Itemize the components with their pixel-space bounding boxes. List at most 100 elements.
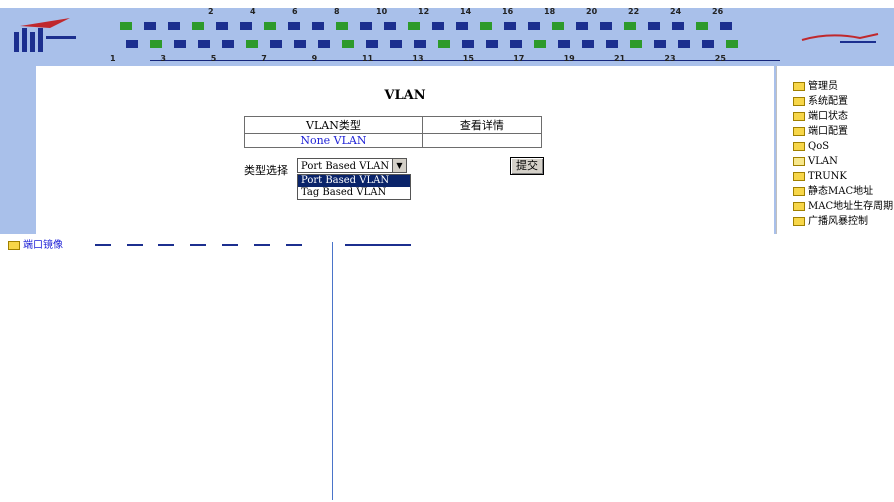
port-icon[interactable]	[198, 40, 210, 48]
port-icon[interactable]	[510, 40, 522, 48]
port-number-label: 11	[362, 54, 374, 63]
port-icon[interactable]	[576, 22, 588, 30]
port-icon[interactable]	[462, 40, 474, 48]
port-icon[interactable]	[270, 40, 282, 48]
port-icon[interactable]	[534, 40, 546, 48]
port-icon[interactable]	[624, 22, 636, 30]
option-tag-based[interactable]: Tag Based VLAN	[298, 187, 410, 199]
port-icon[interactable]	[630, 40, 642, 48]
port-icon[interactable]	[654, 40, 666, 48]
port-icon[interactable]	[246, 40, 258, 48]
port-icon[interactable]	[216, 22, 228, 30]
port-number-label: 24	[670, 7, 682, 16]
port-icon[interactable]	[366, 40, 378, 48]
port-icon[interactable]	[720, 22, 732, 30]
port-icon[interactable]	[726, 40, 738, 48]
menu-item-qos[interactable]: QoS	[793, 140, 829, 154]
vlan-type-dropdown[interactable]: Port Based VLAN Tag Based VLAN	[297, 174, 411, 200]
menu-item-port-mirror[interactable]: 端口镜像	[8, 236, 63, 251]
port-number-label: 23	[664, 54, 676, 63]
menu-item-label: 端口状态	[808, 111, 848, 122]
brand-swoosh-icon	[801, 33, 879, 43]
menu-item-label: 端口镜像	[23, 240, 63, 251]
lower-frame: 端口镜像	[0, 234, 894, 502]
port-icon[interactable]	[408, 22, 420, 30]
menu-item-system-config[interactable]: 系统配置	[793, 95, 848, 109]
port-icon[interactable]	[384, 22, 396, 30]
menu-item-trunk[interactable]: TRUNK	[793, 170, 847, 184]
menu-item-static-mac[interactable]: 静态MAC地址	[793, 185, 873, 199]
port-icon[interactable]	[174, 40, 186, 48]
vlan-type-link[interactable]: None VLAN	[244, 133, 423, 148]
port-icon[interactable]	[456, 22, 468, 30]
menu-item-broadcast-storm[interactable]: 广播风暴控制	[793, 215, 868, 229]
port-icon[interactable]	[168, 22, 180, 30]
menu-item-label: TRUNK	[808, 171, 847, 182]
artifact-dash	[127, 244, 143, 246]
folder-icon	[793, 187, 805, 196]
vlan-type-select[interactable]: Port Based VLAN ▼	[297, 158, 407, 173]
menu-item-port-config[interactable]: 端口配置	[793, 125, 848, 139]
port-icon[interactable]	[240, 22, 252, 30]
port-icon[interactable]	[672, 22, 684, 30]
header-view-details: 查看详情	[421, 116, 543, 134]
port-icon[interactable]	[648, 22, 660, 30]
page-title: VLAN	[384, 88, 426, 103]
menu-item-admin[interactable]: 管理员	[793, 80, 838, 94]
port-icon[interactable]	[678, 40, 690, 48]
port-icon[interactable]	[120, 22, 132, 30]
vlan-panel: VLAN VLAN类型 查看详情 None VLAN 类型选择 Port Bas…	[36, 66, 774, 234]
port-icon[interactable]	[552, 22, 564, 30]
port-icon[interactable]	[600, 22, 612, 30]
port-icon[interactable]	[390, 40, 402, 48]
vlan-table: VLAN类型 查看详情 None VLAN	[244, 116, 543, 148]
port-icon[interactable]	[558, 40, 570, 48]
port-icon[interactable]	[414, 40, 426, 48]
menu-item-label: VLAN	[808, 156, 838, 167]
submit-button[interactable]: 提交	[510, 157, 544, 175]
port-number-label: 25	[714, 54, 726, 63]
type-select-label: 类型选择	[244, 164, 288, 177]
port-number-label: 9	[311, 54, 318, 63]
option-port-based[interactable]: Port Based VLAN	[298, 175, 410, 187]
port-number-label: 20	[586, 7, 598, 16]
port-icon[interactable]	[480, 22, 492, 30]
port-icon[interactable]	[696, 22, 708, 30]
menu-item-mac-aging[interactable]: MAC地址生存周期	[793, 200, 893, 214]
menu-item-label: 管理员	[808, 81, 838, 92]
port-icon[interactable]	[192, 22, 204, 30]
port-icon[interactable]	[342, 40, 354, 48]
artifact-dash	[190, 244, 206, 246]
port-icon[interactable]	[702, 40, 714, 48]
port-icon[interactable]	[360, 22, 372, 30]
artifact-dash	[254, 244, 270, 246]
frame-divider	[332, 242, 333, 500]
artifact-dash	[286, 244, 302, 246]
port-number-label: 16	[502, 7, 514, 16]
port-icon[interactable]	[438, 40, 450, 48]
port-icon[interactable]	[294, 40, 306, 48]
port-icon[interactable]	[528, 22, 540, 30]
port-icon[interactable]	[126, 40, 138, 48]
port-icon[interactable]	[222, 40, 234, 48]
port-icon[interactable]	[504, 22, 516, 30]
port-icon[interactable]	[312, 22, 324, 30]
chevron-down-icon[interactable]: ▼	[392, 159, 406, 172]
port-icon[interactable]	[150, 40, 162, 48]
port-icon[interactable]	[336, 22, 348, 30]
port-number-label: 7	[261, 54, 267, 63]
port-icon[interactable]	[486, 40, 498, 48]
menu-item-port-status[interactable]: 端口状态	[793, 110, 848, 124]
port-icon[interactable]	[288, 22, 300, 30]
port-icon[interactable]	[432, 22, 444, 30]
switch-logo-icon	[14, 18, 76, 52]
port-icon[interactable]	[606, 40, 618, 48]
port-icon[interactable]	[582, 40, 594, 48]
menu-item-vlan[interactable]: VLAN	[793, 155, 838, 169]
port-number-label: 18	[544, 7, 556, 16]
port-icon[interactable]	[318, 40, 330, 48]
port-icon[interactable]	[264, 22, 276, 30]
port-icon[interactable]	[144, 22, 156, 30]
menu-item-label: 广播风暴控制	[808, 216, 868, 227]
folder-icon	[793, 142, 805, 151]
